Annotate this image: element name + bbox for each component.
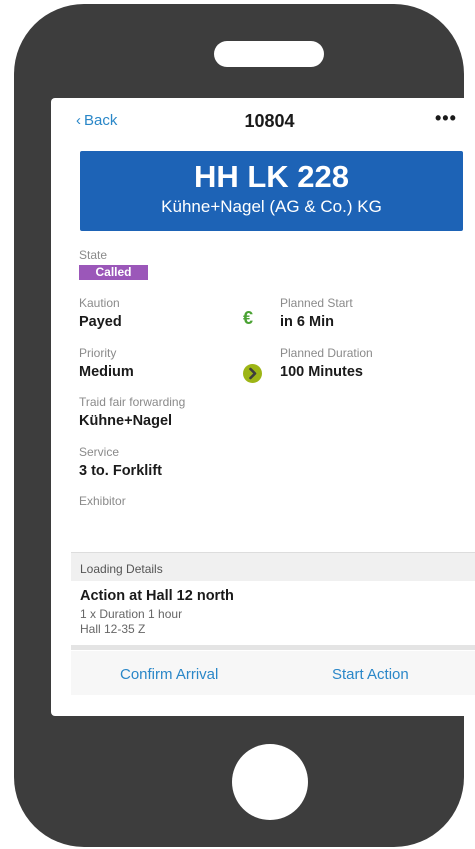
kaution-label: Kaution [79, 296, 120, 310]
priority-value: Medium [79, 364, 134, 380]
planned-duration-label: Planned Duration [280, 346, 373, 360]
phone-speaker [214, 41, 324, 67]
plate-number: HH LK 228 [193, 159, 350, 194]
planned-start-label: Planned Start [280, 296, 353, 310]
exhibitor-label: Exhibitor [79, 494, 126, 508]
loading-details-header: Loading Details [71, 552, 475, 581]
loading-details-title: Loading Details [80, 562, 163, 576]
chevron-right-icon [243, 364, 262, 383]
forwarding-label: Traid fair forwarding [79, 395, 186, 409]
planned-start-value: in 6 Min [280, 314, 334, 330]
nav-bar: ‹ Back 10804 ••• [51, 98, 475, 146]
confirm-arrival-button[interactable]: Confirm Arrival [120, 666, 218, 683]
priority-label: Priority [79, 346, 117, 360]
section-divider [71, 645, 475, 650]
planned-duration-value: 100 Minutes [280, 364, 363, 380]
forwarding-value: Kühne+Nagel [79, 413, 173, 429]
loading-action-title: Action at Hall 12 north [80, 588, 234, 604]
start-action-button[interactable]: Start Action [332, 666, 409, 683]
loading-location: Hall 12-35 Z [80, 622, 146, 636]
app-screen: ‹ Back 10804 ••• HH LK 228 Kühne+Nagel (A… [51, 98, 475, 716]
service-value: 3 to. Forklift [79, 463, 162, 479]
plate-company: Kühne+Nagel (AG & Co.) KG [161, 197, 382, 216]
kaution-value: Payed [79, 314, 122, 330]
home-button[interactable] [232, 744, 308, 820]
page-title: 10804 [244, 111, 295, 131]
service-label: Service [79, 445, 120, 459]
loading-duration: 1 x Duration 1 hour [80, 607, 183, 621]
more-menu-button[interactable]: ••• [435, 108, 457, 129]
status-badge: Called [79, 265, 148, 280]
phone-frame: ‹ Back 10804 ••• HH LK 228 Kühne+Nagel (A… [14, 4, 475, 847]
license-plate-banner: HH LK 228 Kühne+Nagel (AG & Co.) KG [80, 151, 463, 231]
state-label: State [79, 248, 108, 262]
euro-icon: € [243, 308, 254, 328]
action-bar: Confirm Arrival Start Action [71, 651, 475, 695]
